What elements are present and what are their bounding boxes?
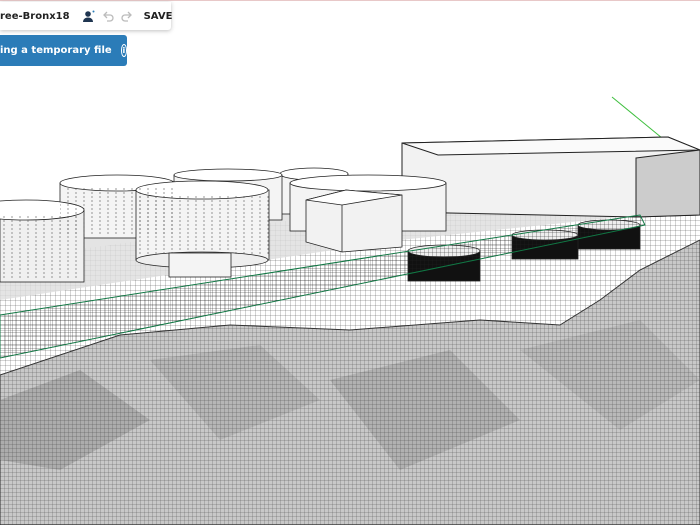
3d-viewport[interactable] [0, 0, 700, 525]
save-button[interactable]: SAVE [144, 11, 173, 22]
redo-icon[interactable] [120, 9, 133, 23]
top-toolbar: ree-Bronx18 SAVE [0, 2, 173, 30]
banner-text: ing a temporary file [0, 45, 112, 56]
temporary-file-banner: ing a temporary file i [0, 35, 127, 66]
user-share-icon[interactable] [82, 9, 95, 23]
green-axis [611, 96, 663, 139]
window-top-border [0, 0, 700, 1]
info-icon[interactable]: i [120, 44, 127, 57]
file-name[interactable]: ree-Bronx18 [0, 11, 70, 22]
undo-icon[interactable] [102, 9, 114, 23]
